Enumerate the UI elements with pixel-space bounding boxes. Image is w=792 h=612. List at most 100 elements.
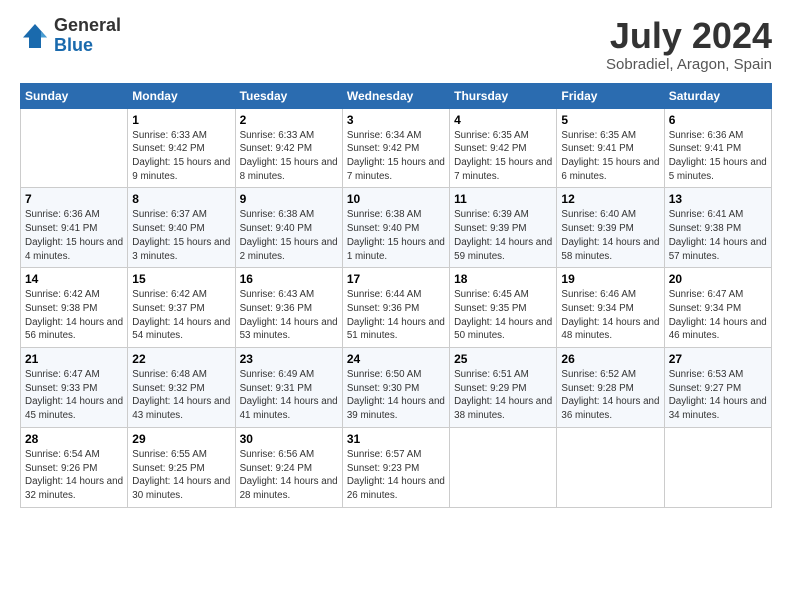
header: General Blue July 2024 Sobradiel, Aragon… bbox=[20, 16, 772, 73]
day-number: 28 bbox=[25, 432, 123, 446]
day-cell: 4 Sunrise: 6:35 AMSunset: 9:42 PMDaylight… bbox=[450, 108, 557, 188]
day-info: Sunrise: 6:52 AMSunset: 9:28 PMDaylight:… bbox=[561, 368, 659, 423]
day-number: 25 bbox=[454, 352, 552, 366]
week-row-3: 21Sunrise: 6:47 AMSunset: 9:33 PMDayligh… bbox=[21, 348, 772, 428]
day-number: 7 bbox=[25, 192, 123, 206]
day-info: Sunrise: 6:45 AMSunset: 9:35 PMDaylight:… bbox=[454, 288, 552, 343]
header-day-wednesday: Wednesday bbox=[342, 83, 449, 108]
day-number: 2 bbox=[240, 113, 338, 127]
week-row-1: 7 Sunrise: 6:36 AMSunset: 9:41 PMDaylight… bbox=[21, 188, 772, 268]
day-info: Sunrise: 6:51 AMSunset: 9:29 PMDaylight:… bbox=[454, 368, 552, 423]
day-cell: 25 Sunrise: 6:51 AMSunset: 9:29 PMDayligh… bbox=[450, 348, 557, 428]
day-number: 10 bbox=[347, 192, 445, 206]
header-day-tuesday: Tuesday bbox=[235, 83, 342, 108]
day-cell: 10 Sunrise: 6:38 AMSunset: 9:40 PMDayligh… bbox=[342, 188, 449, 268]
day-number: 30 bbox=[240, 432, 338, 446]
day-cell: 21Sunrise: 6:47 AMSunset: 9:33 PMDayligh… bbox=[21, 348, 128, 428]
day-info: Sunrise: 6:35 AMSunset: 9:41 PMDaylight:… bbox=[561, 129, 659, 184]
day-cell: 9 Sunrise: 6:38 AMSunset: 9:40 PMDaylight… bbox=[235, 188, 342, 268]
day-number: 17 bbox=[347, 272, 445, 286]
day-number: 29 bbox=[132, 432, 230, 446]
day-info: Sunrise: 6:42 AMSunset: 9:37 PMDaylight:… bbox=[132, 288, 230, 343]
day-info: Sunrise: 6:55 AMSunset: 9:25 PMDaylight:… bbox=[132, 448, 230, 503]
day-cell: 26 Sunrise: 6:52 AMSunset: 9:28 PMDayligh… bbox=[557, 348, 664, 428]
day-number: 24 bbox=[347, 352, 445, 366]
day-number: 23 bbox=[240, 352, 338, 366]
day-cell: 11Sunrise: 6:39 AMSunset: 9:39 PMDayligh… bbox=[450, 188, 557, 268]
day-cell: 6Sunrise: 6:36 AMSunset: 9:41 PMDaylight… bbox=[664, 108, 771, 188]
day-number: 3 bbox=[347, 113, 445, 127]
page: General Blue July 2024 Sobradiel, Aragon… bbox=[0, 0, 792, 612]
header-day-sunday: Sunday bbox=[21, 83, 128, 108]
header-row: SundayMondayTuesdayWednesdayThursdayFrid… bbox=[21, 83, 772, 108]
day-info: Sunrise: 6:38 AMSunset: 9:40 PMDaylight:… bbox=[240, 208, 338, 263]
day-number: 16 bbox=[240, 272, 338, 286]
day-cell: 17 Sunrise: 6:44 AMSunset: 9:36 PMDayligh… bbox=[342, 268, 449, 348]
day-cell bbox=[450, 427, 557, 507]
day-info: Sunrise: 6:36 AMSunset: 9:41 PMDaylight:… bbox=[669, 129, 767, 184]
header-day-monday: Monday bbox=[128, 83, 235, 108]
day-cell: 16 Sunrise: 6:43 AMSunset: 9:36 PMDayligh… bbox=[235, 268, 342, 348]
day-info: Sunrise: 6:41 AMSunset: 9:38 PMDaylight:… bbox=[669, 208, 767, 263]
day-cell bbox=[21, 108, 128, 188]
day-cell: 18Sunrise: 6:45 AMSunset: 9:35 PMDayligh… bbox=[450, 268, 557, 348]
location-title: Sobradiel, Aragon, Spain bbox=[606, 56, 772, 73]
logo: General Blue bbox=[20, 16, 121, 56]
day-number: 31 bbox=[347, 432, 445, 446]
day-info: Sunrise: 6:33 AMSunset: 9:42 PMDaylight:… bbox=[132, 129, 230, 184]
day-info: Sunrise: 6:36 AMSunset: 9:41 PMDaylight:… bbox=[25, 208, 123, 263]
day-info: Sunrise: 6:38 AMSunset: 9:40 PMDaylight:… bbox=[347, 208, 445, 263]
day-info: Sunrise: 6:37 AMSunset: 9:40 PMDaylight:… bbox=[132, 208, 230, 263]
day-info: Sunrise: 6:33 AMSunset: 9:42 PMDaylight:… bbox=[240, 129, 338, 184]
logo-text: General Blue bbox=[54, 16, 121, 56]
day-cell: 8 Sunrise: 6:37 AMSunset: 9:40 PMDaylight… bbox=[128, 188, 235, 268]
day-cell: 19 Sunrise: 6:46 AMSunset: 9:34 PMDayligh… bbox=[557, 268, 664, 348]
day-info: Sunrise: 6:54 AMSunset: 9:26 PMDaylight:… bbox=[25, 448, 123, 503]
day-info: Sunrise: 6:57 AMSunset: 9:23 PMDaylight:… bbox=[347, 448, 445, 503]
day-number: 27 bbox=[669, 352, 767, 366]
day-cell bbox=[557, 427, 664, 507]
logo-general-text: General bbox=[54, 16, 121, 36]
day-number: 14 bbox=[25, 272, 123, 286]
day-number: 12 bbox=[561, 192, 659, 206]
day-info: Sunrise: 6:40 AMSunset: 9:39 PMDaylight:… bbox=[561, 208, 659, 263]
day-info: Sunrise: 6:50 AMSunset: 9:30 PMDaylight:… bbox=[347, 368, 445, 423]
day-info: Sunrise: 6:35 AMSunset: 9:42 PMDaylight:… bbox=[454, 129, 552, 184]
day-cell: 3 Sunrise: 6:34 AMSunset: 9:42 PMDaylight… bbox=[342, 108, 449, 188]
day-number: 9 bbox=[240, 192, 338, 206]
calendar-body: 1 Sunrise: 6:33 AMSunset: 9:42 PMDaylight… bbox=[21, 108, 772, 507]
day-info: Sunrise: 6:44 AMSunset: 9:36 PMDaylight:… bbox=[347, 288, 445, 343]
day-cell: 30 Sunrise: 6:56 AMSunset: 9:24 PMDayligh… bbox=[235, 427, 342, 507]
day-info: Sunrise: 6:56 AMSunset: 9:24 PMDaylight:… bbox=[240, 448, 338, 503]
day-cell: 2 Sunrise: 6:33 AMSunset: 9:42 PMDaylight… bbox=[235, 108, 342, 188]
day-cell: 20 Sunrise: 6:47 AMSunset: 9:34 PMDayligh… bbox=[664, 268, 771, 348]
day-number: 26 bbox=[561, 352, 659, 366]
day-cell: 7 Sunrise: 6:36 AMSunset: 9:41 PMDaylight… bbox=[21, 188, 128, 268]
day-cell bbox=[664, 427, 771, 507]
day-number: 20 bbox=[669, 272, 767, 286]
day-number: 11 bbox=[454, 192, 552, 206]
logo-icon bbox=[20, 21, 50, 51]
week-row-0: 1 Sunrise: 6:33 AMSunset: 9:42 PMDaylight… bbox=[21, 108, 772, 188]
header-day-friday: Friday bbox=[557, 83, 664, 108]
day-cell: 27Sunrise: 6:53 AMSunset: 9:27 PMDayligh… bbox=[664, 348, 771, 428]
day-cell: 15 Sunrise: 6:42 AMSunset: 9:37 PMDayligh… bbox=[128, 268, 235, 348]
day-info: Sunrise: 6:47 AMSunset: 9:34 PMDaylight:… bbox=[669, 288, 767, 343]
day-info: Sunrise: 6:46 AMSunset: 9:34 PMDaylight:… bbox=[561, 288, 659, 343]
day-number: 4 bbox=[454, 113, 552, 127]
day-cell: 5Sunrise: 6:35 AMSunset: 9:41 PMDaylight… bbox=[557, 108, 664, 188]
day-info: Sunrise: 6:34 AMSunset: 9:42 PMDaylight:… bbox=[347, 129, 445, 184]
day-number: 8 bbox=[132, 192, 230, 206]
day-cell: 23Sunrise: 6:49 AMSunset: 9:31 PMDayligh… bbox=[235, 348, 342, 428]
day-cell: 31 Sunrise: 6:57 AMSunset: 9:23 PMDayligh… bbox=[342, 427, 449, 507]
month-title: July 2024 bbox=[606, 16, 772, 56]
day-number: 1 bbox=[132, 113, 230, 127]
header-day-thursday: Thursday bbox=[450, 83, 557, 108]
day-cell: 12 Sunrise: 6:40 AMSunset: 9:39 PMDayligh… bbox=[557, 188, 664, 268]
day-cell: 14 Sunrise: 6:42 AMSunset: 9:38 PMDayligh… bbox=[21, 268, 128, 348]
day-number: 19 bbox=[561, 272, 659, 286]
day-info: Sunrise: 6:42 AMSunset: 9:38 PMDaylight:… bbox=[25, 288, 123, 343]
day-number: 15 bbox=[132, 272, 230, 286]
day-info: Sunrise: 6:43 AMSunset: 9:36 PMDaylight:… bbox=[240, 288, 338, 343]
day-cell: 13Sunrise: 6:41 AMSunset: 9:38 PMDayligh… bbox=[664, 188, 771, 268]
